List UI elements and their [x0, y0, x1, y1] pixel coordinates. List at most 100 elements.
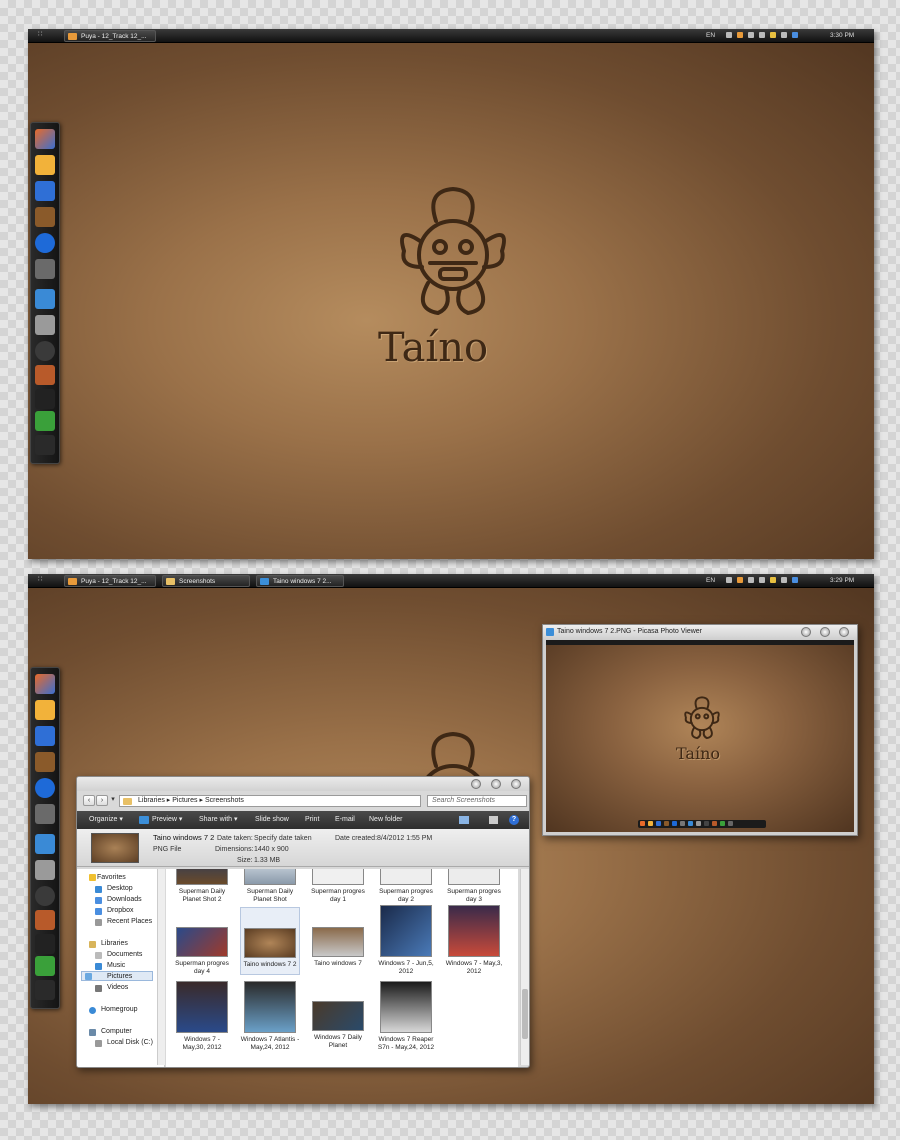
- file-item[interactable]: Windows 7 - May,3, 2012: [444, 905, 504, 975]
- drive-icon[interactable]: [35, 860, 55, 880]
- new-folder-button[interactable]: New folder: [369, 811, 402, 829]
- taskbar-button-music[interactable]: Puya - 12_Track 12_...: [64, 575, 156, 587]
- file-item[interactable]: Windows 7 - May,30, 2012: [172, 981, 232, 1051]
- nav-computer[interactable]: Computer: [101, 1027, 132, 1037]
- share-with-button[interactable]: Share with ▾: [199, 811, 238, 829]
- download-icon[interactable]: [35, 411, 55, 431]
- download-icon[interactable]: [35, 956, 55, 976]
- explorer-titlebar[interactable]: [77, 777, 529, 791]
- nav-music[interactable]: Music: [107, 961, 125, 971]
- search-input[interactable]: Search Screenshots: [427, 795, 527, 807]
- recycle-bin-icon[interactable]: [35, 980, 55, 1000]
- file-item[interactable]: Windows 7 - Jun,5, 2012: [376, 905, 436, 975]
- picasa-icon[interactable]: [35, 233, 55, 253]
- taskbar-button-screenshots[interactable]: Screenshots: [162, 575, 250, 587]
- monitor-icon[interactable]: [35, 289, 55, 309]
- print-button[interactable]: Print: [305, 811, 319, 829]
- close-button[interactable]: [511, 779, 521, 789]
- radio-icon[interactable]: [35, 752, 55, 772]
- nav-pictures[interactable]: Pictures: [81, 971, 153, 981]
- drive-icon[interactable]: [35, 315, 55, 335]
- forward-button[interactable]: ›: [96, 795, 108, 806]
- file-item[interactable]: Windows 7 Daily Planet: [308, 1001, 368, 1049]
- organize-button[interactable]: Organize ▾: [89, 811, 123, 829]
- file-item[interactable]: Superman Daily Planet Shot 2: [172, 869, 232, 903]
- taino-logo-text: Taíno: [378, 325, 489, 371]
- nav-videos[interactable]: Videos: [107, 983, 128, 993]
- taskbar-button-picasa[interactable]: Taino windows 7 2...: [256, 575, 344, 587]
- system-tray-icons[interactable]: [726, 32, 803, 40]
- scrollbar-thumb[interactable]: [522, 989, 528, 1039]
- taino-logo-text: Taíno: [676, 744, 721, 763]
- nav-documents[interactable]: Documents: [107, 950, 142, 960]
- file-item[interactable]: Superman progres day 3: [444, 869, 504, 903]
- nav-recent-places[interactable]: Recent Places: [107, 917, 152, 927]
- file-item[interactable]: Superman progres day 4: [172, 927, 232, 975]
- picasa-icon[interactable]: [35, 778, 55, 798]
- slide-show-button[interactable]: Slide show: [255, 811, 289, 829]
- address-bar[interactable]: Libraries ▸ Pictures ▸ Screenshots: [119, 795, 421, 807]
- firefox-icon[interactable]: [35, 674, 55, 694]
- nav-downloads[interactable]: Downloads: [107, 895, 142, 905]
- file-item-selected[interactable]: Taino windows 7 2: [240, 907, 300, 975]
- detail-date-created-label: Date created:: [335, 835, 378, 842]
- detail-size-value: 1.33 MB: [254, 857, 281, 864]
- file-item[interactable]: Windows 7 Reaper S7n - May,24, 2012: [376, 981, 436, 1051]
- email-button[interactable]: E-mail: [335, 811, 355, 829]
- game-icon[interactable]: [35, 910, 55, 930]
- music-player-icon[interactable]: [35, 700, 55, 720]
- file-item[interactable]: Superman Daily Planet Shot: [240, 869, 300, 903]
- word-icon[interactable]: [35, 181, 55, 201]
- maximize-button[interactable]: [820, 627, 830, 637]
- picasa-icon: [546, 628, 554, 636]
- clock[interactable]: 3:30 PM: [830, 29, 854, 43]
- word-icon[interactable]: [35, 726, 55, 746]
- file-item[interactable]: Superman progres day 2: [376, 869, 436, 903]
- nav-scrollbar[interactable]: [157, 869, 165, 1065]
- back-button[interactable]: ‹: [83, 795, 95, 806]
- nav-pictures-label: Pictures: [107, 973, 133, 980]
- nav-local-disk[interactable]: Local Disk (C:): [107, 1038, 153, 1048]
- nav-homegroup[interactable]: Homegroup: [101, 1005, 138, 1015]
- file-item[interactable]: Windows 7 Atlantis - May,24, 2012: [240, 981, 300, 1051]
- nav-favorites[interactable]: Favorites: [97, 873, 126, 883]
- nav-dropbox[interactable]: Dropbox: [107, 906, 133, 916]
- maximize-button[interactable]: [491, 779, 501, 789]
- recent-pages-dropdown[interactable]: ▾: [109, 795, 117, 806]
- tools-icon[interactable]: [35, 804, 55, 824]
- language-indicator[interactable]: EN: [706, 29, 715, 43]
- radio-icon[interactable]: [35, 207, 55, 227]
- start-button[interactable]: ∷: [38, 576, 46, 584]
- camera-icon[interactable]: [35, 341, 55, 361]
- content-scrollbar[interactable]: [520, 869, 529, 1065]
- minimize-button[interactable]: [801, 627, 811, 637]
- view-options-icon[interactable]: [459, 816, 469, 824]
- game-icon[interactable]: [35, 365, 55, 385]
- preview-pane-icon[interactable]: [489, 816, 498, 824]
- detail-filetype: PNG File: [153, 846, 182, 853]
- music-player-icon[interactable]: [35, 155, 55, 175]
- tools-icon[interactable]: [35, 259, 55, 279]
- clock[interactable]: 3:29 PM: [830, 574, 854, 588]
- nav-libraries[interactable]: Libraries: [101, 939, 128, 949]
- detail-date-taken-value[interactable]: Specify date taken: [254, 835, 312, 842]
- file-item[interactable]: Superman progres day 1: [308, 869, 368, 903]
- taskbar-button-music[interactable]: Puya - 12_Track 12_...: [64, 30, 156, 42]
- clapper-icon[interactable]: [35, 934, 55, 954]
- flag-icon: [748, 32, 754, 38]
- help-icon[interactable]: ?: [509, 815, 519, 825]
- firefox-icon[interactable]: [35, 129, 55, 149]
- start-button[interactable]: ∷: [38, 31, 46, 39]
- breadcrumb[interactable]: Libraries ▸ Pictures ▸ Screenshots: [138, 797, 244, 804]
- recycle-bin-icon[interactable]: [35, 435, 55, 455]
- preview-button[interactable]: Preview ▾: [152, 811, 182, 829]
- close-button[interactable]: [839, 627, 849, 637]
- camera-icon[interactable]: [35, 886, 55, 906]
- monitor-icon[interactable]: [35, 834, 55, 854]
- system-tray-icons[interactable]: [726, 577, 803, 585]
- nav-desktop[interactable]: Desktop: [107, 884, 133, 894]
- language-indicator[interactable]: EN: [706, 574, 715, 588]
- clapper-icon[interactable]: [35, 389, 55, 409]
- minimize-button[interactable]: [471, 779, 481, 789]
- file-item[interactable]: Taino windows 7: [308, 927, 368, 968]
